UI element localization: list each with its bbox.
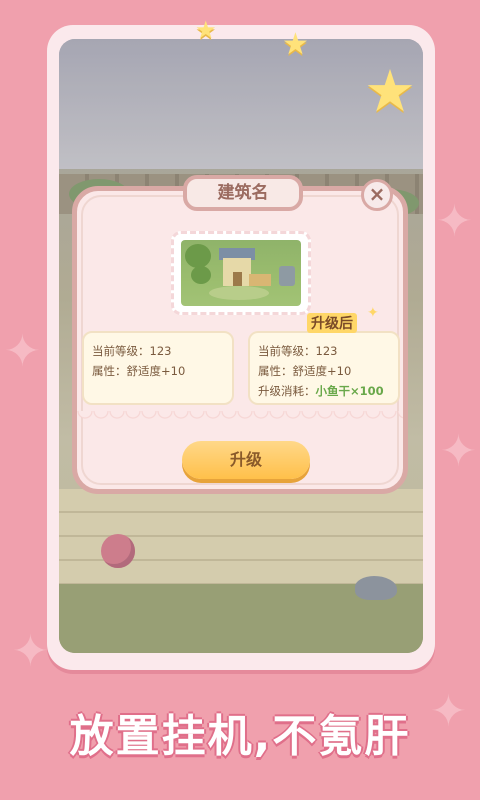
sparkle-icon: ✦ [367,305,379,321]
building-image-frame [171,231,311,315]
current-stats-card: 当前等级：123 属性：舒适度+10 [82,331,234,405]
after-level-value: 123 [315,344,338,358]
upgrade-cost-value: 小鱼干×100 [315,384,384,398]
background-star-icon: ✦ [440,426,477,477]
building-illustration [181,240,301,306]
background-star-icon: ✦ [436,196,473,247]
house-door [233,272,242,286]
well [279,266,295,286]
current-level-label: 当前等级： [92,344,150,358]
upgrade-cost-label: 升级消耗： [258,384,316,398]
building-upgrade-dialog: 建筑名 × 当前等级：123 属性：舒适度+10 当前等级：123 属性：舒适度… [72,175,408,494]
upgrade-cost-row: 升级消耗：小鱼干×100 [258,381,390,401]
after-attr-row: 属性：舒适度+10 [258,361,390,381]
star-icon: ★ [282,27,309,62]
current-attr-row: 属性：舒适度+10 [92,361,224,381]
scalloped-divider [77,411,403,421]
current-attr-value: 舒适度+10 [126,364,186,378]
star-icon: ★ [364,57,416,125]
after-upgrade-badge: 升级后 [307,313,357,333]
path [209,286,269,300]
current-attr-label: 属性： [92,364,127,378]
after-level-label: 当前等级： [258,344,316,358]
background-star-icon: ✦ [4,326,41,377]
current-level-value: 123 [149,344,172,358]
after-attr-label: 属性： [258,364,293,378]
background-star-icon: ✦ [12,626,49,677]
close-button[interactable]: × [361,179,393,211]
tree [185,244,211,268]
star-icon: ★ [195,16,217,44]
current-level-row: 当前等级：123 [92,341,224,361]
dialog-title: 建筑名 [183,175,303,211]
slogan: 放置挂机,不氪肝 [69,711,411,762]
close-icon: × [368,182,386,206]
tree [191,266,211,284]
upgrade-button[interactable]: 升级 [182,441,310,479]
fence [249,274,271,286]
after-attr-value: 舒适度+10 [292,364,352,378]
after-level-row: 当前等级：123 [258,341,390,361]
after-upgrade-stats-card: 当前等级：123 属性：舒适度+10 升级消耗：小鱼干×100 [248,331,400,405]
